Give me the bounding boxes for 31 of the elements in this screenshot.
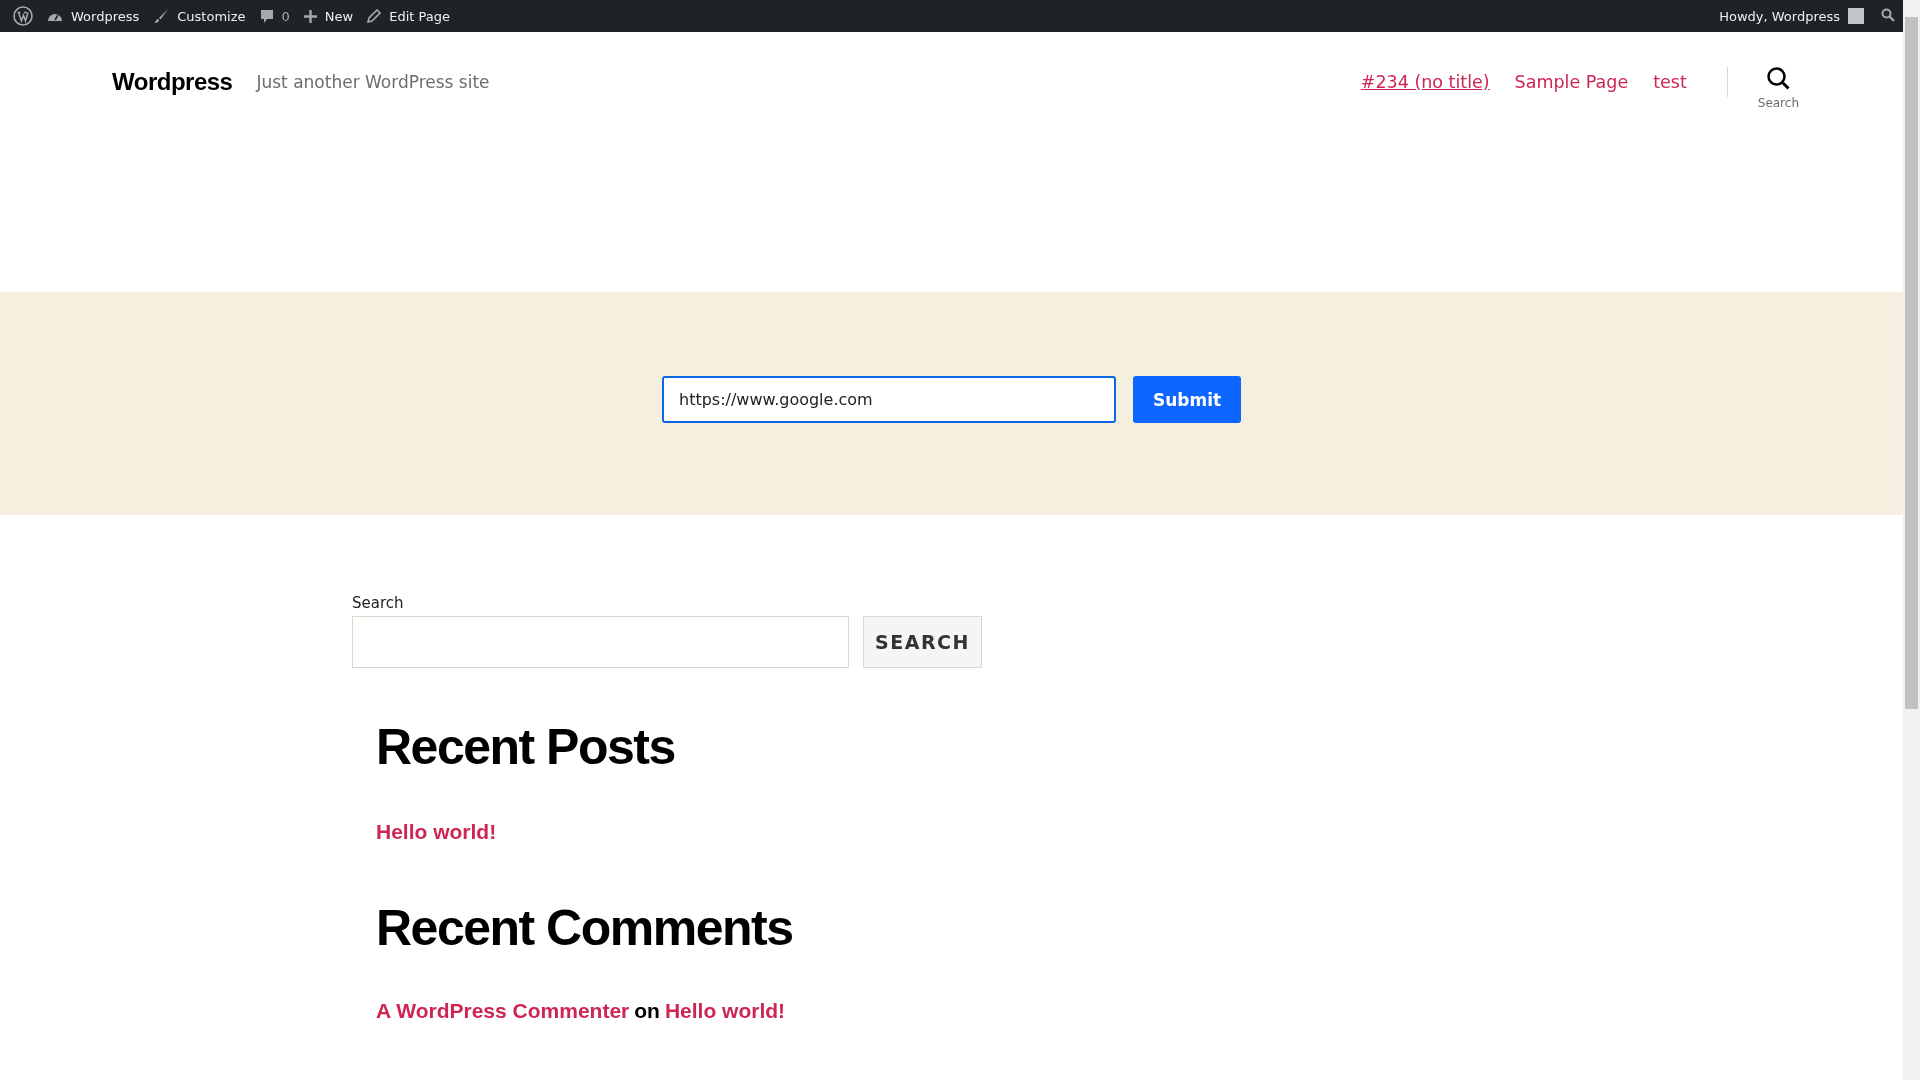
- comment-joiner: on: [634, 999, 660, 1022]
- scrollbar-thumb[interactable]: [1905, 17, 1918, 709]
- search-icon[interactable]: [1881, 7, 1895, 22]
- account-menu[interactable]: Howdy, Wordpress: [1712, 0, 1871, 32]
- toolbar-item[interactable]: Wordpress: [40, 0, 147, 32]
- search-icon: [1766, 66, 1791, 90]
- toolbar-item[interactable]: Edit Page: [360, 0, 457, 32]
- nav-link[interactable]: Sample Page: [1514, 72, 1629, 92]
- nav-link[interactable]: #234 (no title): [1360, 72, 1490, 92]
- post-link[interactable]: Hello world!: [664, 999, 786, 1022]
- speech-bubble-icon: [259, 8, 274, 24]
- search-toggle[interactable]: Search: [1757, 54, 1799, 110]
- search-button[interactable]: SEARCH: [863, 616, 982, 668]
- url-input-field[interactable]: https://www.google.com: [662, 376, 1116, 423]
- avatar-icon: [1848, 8, 1864, 24]
- search-label: Search: [352, 594, 405, 612]
- pencil-icon: [367, 9, 382, 23]
- toolbar-item[interactable]: Customize: [146, 0, 253, 32]
- toolbar-item[interactable]: New: [296, 0, 361, 32]
- site-title[interactable]: Wordpress: [112, 68, 233, 96]
- submit-button[interactable]: Submit: [1133, 376, 1241, 423]
- section-heading: Recent Comments: [376, 899, 793, 957]
- nav-link[interactable]: test: [1653, 72, 1687, 92]
- site-tagline: Just another WordPress site: [256, 72, 491, 92]
- toolbar-item[interactable]: 0: [252, 0, 297, 32]
- section-heading: Recent Posts: [376, 718, 675, 776]
- plus-icon: [303, 9, 317, 23]
- wordpress-logo-icon[interactable]: [13, 6, 33, 26]
- post-link[interactable]: Hello world!: [376, 820, 497, 843]
- search-input-field[interactable]: [352, 616, 849, 668]
- comment-author-link[interactable]: A WordPress Commenter: [376, 999, 630, 1022]
